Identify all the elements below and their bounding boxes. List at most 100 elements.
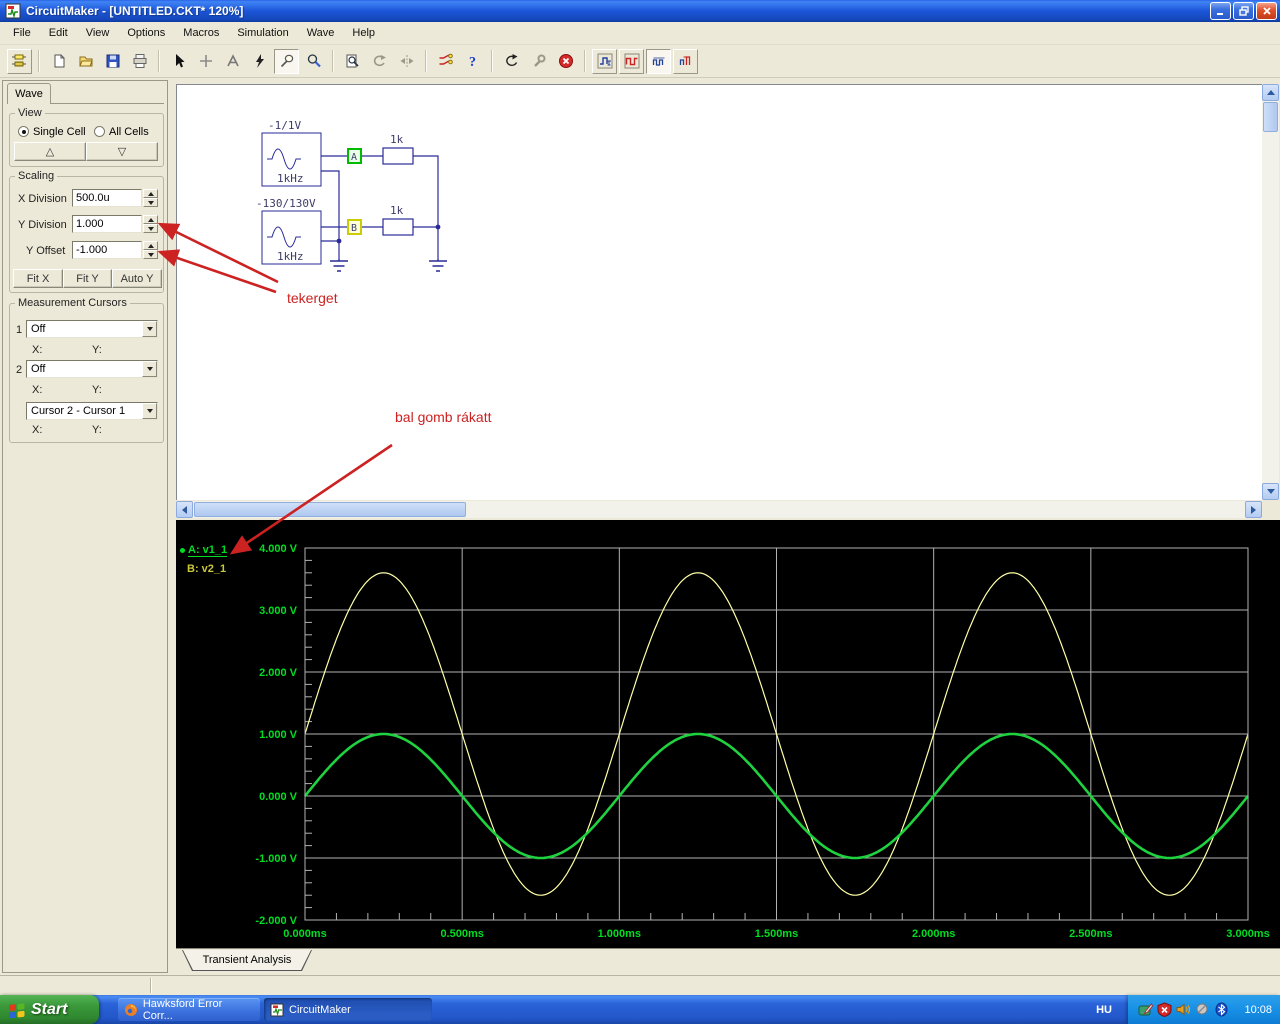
y-division-input[interactable] (72, 215, 142, 233)
menu-macros[interactable]: Macros (174, 24, 228, 42)
x-tick-label: 1.000ms (598, 928, 641, 940)
digital-display-button[interactable] (619, 49, 644, 74)
menu-simulation[interactable]: Simulation (228, 24, 297, 42)
menu-options[interactable]: Options (118, 24, 174, 42)
cursor-diff-dropdown-icon[interactable] (142, 403, 157, 419)
cursor2-dropdown-icon[interactable] (142, 361, 157, 377)
hscroll-right-button[interactable] (1245, 501, 1262, 518)
signal-generator-a[interactable]: -1/1V 1kHz (262, 119, 321, 186)
hscroll-left-button[interactable] (176, 501, 193, 518)
y-division-label: Y Division (18, 219, 67, 231)
lightning-icon (252, 53, 268, 69)
rotate-button[interactable] (367, 49, 392, 74)
text-tool-button[interactable] (220, 49, 245, 74)
task-button-hawksford[interactable]: Hawksford Error Corr... (118, 998, 260, 1021)
x-division-spin-down[interactable] (143, 198, 158, 207)
y-division-spin-down[interactable] (143, 224, 158, 233)
restore-button[interactable] (1233, 2, 1254, 20)
volume-tray-icon[interactable] (1176, 1002, 1191, 1017)
security-alert-tray-icon[interactable] (1157, 1002, 1172, 1017)
task-button-circuitmaker[interactable]: CircuitMaker (264, 998, 432, 1021)
fit-y-button[interactable]: Fit Y (63, 269, 112, 288)
zoom-tool-button[interactable] (301, 49, 326, 74)
probe-tool-button[interactable] (274, 49, 299, 74)
new-file-button[interactable] (46, 49, 71, 74)
vscroll-down-button[interactable] (1262, 483, 1279, 500)
single-cell-label: Single Cell (33, 126, 86, 138)
hscroll-thumb[interactable] (194, 502, 466, 517)
minimize-button[interactable] (1210, 2, 1231, 20)
signal-generator-b[interactable]: -130/130V 1kHz (256, 197, 321, 264)
all-cells-radio[interactable]: All Cells (94, 122, 149, 140)
menu-edit[interactable]: Edit (40, 24, 77, 42)
analysis-tab-row: Transient Analysis (176, 948, 1280, 974)
tab-wave[interactable]: Wave (7, 83, 51, 104)
cell-up-button[interactable]: △ (14, 142, 86, 161)
cursor1-dropdown-icon[interactable] (142, 321, 157, 337)
transient-plot[interactable]: 4.000 V3.000 V2.000 V1.000 V0.000 V-1.00… (176, 520, 1280, 948)
tab-transient-analysis[interactable]: Transient Analysis (182, 950, 312, 971)
y-division-spin-up[interactable] (143, 215, 158, 224)
print-button[interactable] (127, 49, 152, 74)
scope-probe-button[interactable] (592, 49, 617, 74)
language-indicator[interactable]: HU (1086, 995, 1122, 1024)
open-file-icon (78, 53, 94, 69)
bluetooth-tray-icon[interactable] (1214, 1002, 1229, 1017)
stop-simulation-button[interactable] (553, 49, 578, 74)
reset-button[interactable] (499, 49, 524, 74)
cursor-diff-select[interactable]: Cursor 2 - Cursor 1 (26, 402, 158, 420)
parts-browser-button[interactable] (7, 49, 32, 74)
x-tick-label: 2.500ms (1069, 928, 1112, 940)
schematic-canvas[interactable]: -1/1V 1kHz -130/130V 1kHz A B (176, 84, 1262, 500)
probe-b[interactable]: B (348, 220, 361, 234)
x-division-spin-up[interactable] (143, 189, 158, 198)
cursor1-select[interactable]: Off (26, 320, 158, 338)
x-tick-label: 2.000ms (912, 928, 955, 940)
vscroll-up-button[interactable] (1262, 84, 1279, 101)
single-cell-radio[interactable]: Single Cell (18, 122, 86, 140)
y-offset-input[interactable] (72, 241, 142, 259)
x-division-spinner (143, 189, 158, 207)
mirror-button[interactable] (394, 49, 419, 74)
tray-clock[interactable]: 10:08 (1244, 1004, 1272, 1016)
menu-wave[interactable]: Wave (298, 24, 344, 42)
open-file-button[interactable] (73, 49, 98, 74)
cursor2-select[interactable]: Off (26, 360, 158, 378)
menu-view[interactable]: View (77, 24, 119, 42)
all-cells-radio-circle[interactable] (94, 126, 105, 137)
options-wrench-button[interactable] (526, 49, 551, 74)
title-bar: CircuitMaker - [UNTITLED.CKT* 120%] (0, 0, 1280, 22)
save-file-button[interactable] (100, 49, 125, 74)
zoom-page-icon (345, 53, 361, 69)
menu-file[interactable]: File (4, 24, 40, 42)
muted-device-tray-icon[interactable] (1195, 1002, 1210, 1017)
legend-item-b[interactable]: B: v2_1 (187, 563, 226, 575)
cell-down-button[interactable]: ▽ (86, 142, 158, 161)
menu-help[interactable]: Help (343, 24, 384, 42)
x-division-input[interactable] (72, 189, 142, 207)
vscroll-thumb[interactable] (1263, 102, 1278, 132)
analyses-setup-button[interactable] (673, 49, 698, 74)
auto-y-button[interactable]: Auto Y (112, 269, 162, 288)
resistor-a[interactable]: 1k (383, 133, 413, 164)
probe-a[interactable]: A (348, 149, 361, 163)
y-offset-spin-up[interactable] (143, 241, 158, 250)
tablet-pen-tray-icon[interactable] (1138, 1002, 1153, 1017)
single-cell-radio-circle[interactable] (18, 126, 29, 137)
arrow-tool-button[interactable] (166, 49, 191, 74)
close-button[interactable] (1256, 2, 1277, 20)
fit-x-button[interactable]: Fit X (13, 269, 63, 288)
fit-to-window-button[interactable] (340, 49, 365, 74)
waveforms-window-button[interactable] (646, 49, 671, 74)
delete-tool-button[interactable] (247, 49, 272, 74)
waveform-panel[interactable]: 4.000 V3.000 V2.000 V1.000 V0.000 V-1.00… (176, 520, 1280, 948)
wire-tool-button[interactable] (193, 49, 218, 74)
y-offset-spin-down[interactable] (143, 250, 158, 259)
resistor-b[interactable]: 1k (383, 204, 413, 235)
help-button[interactable]: ? (460, 49, 485, 74)
start-button[interactable]: Start (0, 995, 99, 1024)
legend-item-a[interactable]: A: v1_1 (180, 544, 227, 557)
schematic-vertical-scrollbar[interactable] (1262, 84, 1279, 500)
digital-switches-button[interactable] (433, 49, 458, 74)
schematic-horizontal-scrollbar[interactable] (176, 501, 1262, 518)
